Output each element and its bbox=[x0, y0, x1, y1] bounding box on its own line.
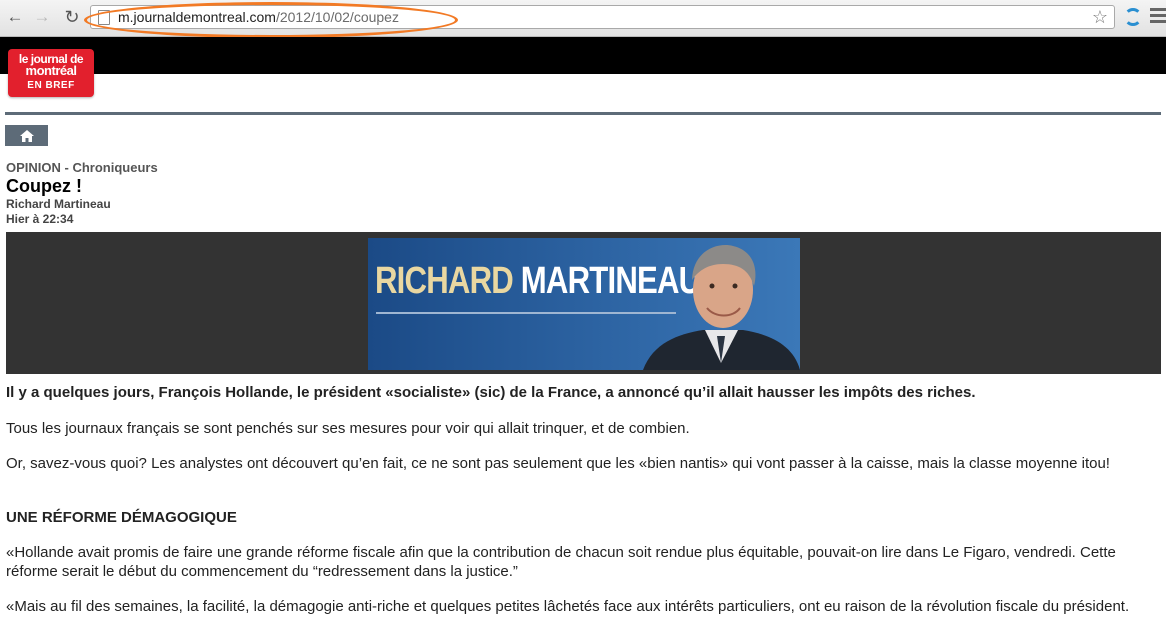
lead-paragraph: Il y a quelques jours, François Hollande… bbox=[6, 384, 976, 401]
site-header-bar bbox=[0, 37, 1166, 74]
article-date: Hier à 22:34 bbox=[6, 212, 74, 226]
reload-icon[interactable]: ↻ bbox=[61, 6, 83, 28]
body-paragraph: Or, savez-vous quoi? Les analystes ont d… bbox=[6, 455, 1110, 472]
header-divider bbox=[5, 112, 1161, 115]
logo-line-3: EN BREF bbox=[27, 80, 75, 91]
logo-line-2: montréal bbox=[25, 63, 77, 78]
body-paragraph: «Hollande avait promis de faire une gran… bbox=[6, 544, 1116, 580]
subheading: UNE RÉFORME DÉMAGOGIQUE bbox=[6, 509, 237, 526]
extension-icon[interactable] bbox=[1124, 8, 1142, 26]
banner-rule bbox=[376, 312, 676, 314]
url-highlight-annotation bbox=[84, 2, 458, 38]
banner-first-name: RICHARD bbox=[375, 260, 514, 302]
columnist-portrait bbox=[643, 245, 800, 370]
site-logo[interactable]: le journal de montréal EN BREF bbox=[8, 49, 94, 97]
back-arrow-icon[interactable]: ← bbox=[4, 6, 26, 28]
article-author: Richard Martineau bbox=[6, 197, 111, 211]
menu-icon[interactable] bbox=[1150, 8, 1166, 26]
article-title: Coupez ! bbox=[6, 176, 82, 196]
body-paragraph: Tous les journaux français se sont pench… bbox=[6, 420, 690, 437]
home-button[interactable] bbox=[5, 125, 48, 146]
forward-arrow-icon[interactable]: → bbox=[31, 6, 53, 28]
article-section[interactable]: OPINION - Chroniqueurs bbox=[6, 160, 158, 175]
bookmark-star-icon[interactable]: ☆ bbox=[1092, 7, 1108, 28]
columnist-banner: RICHARD MARTINEAU bbox=[368, 238, 800, 370]
body-paragraph: «Mais au fil des semaines, la facilité, … bbox=[6, 598, 1130, 615]
home-icon bbox=[19, 129, 34, 142]
